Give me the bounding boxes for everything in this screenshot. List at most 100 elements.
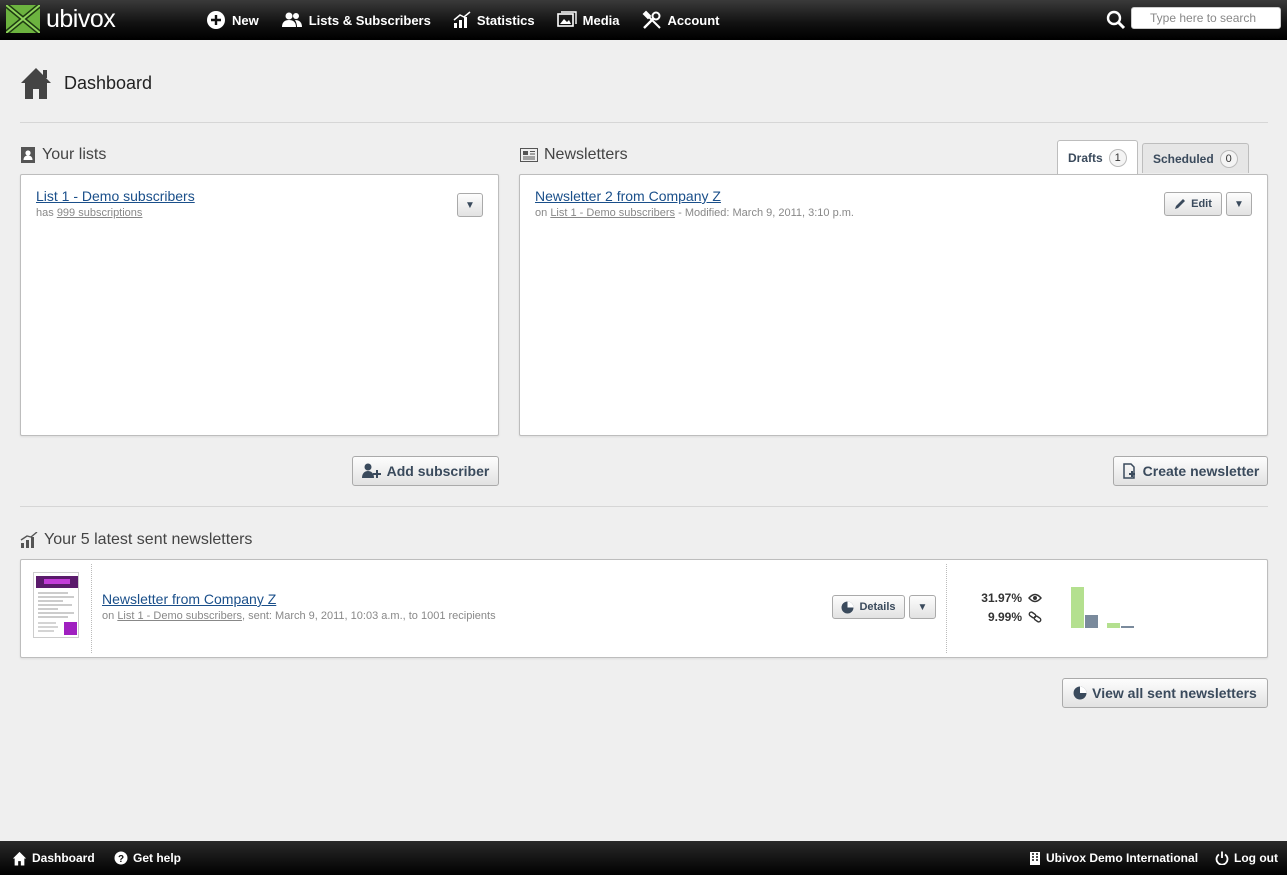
page-header: Dashboard — [20, 66, 152, 100]
draft-list-link[interactable]: List 1 - Demo subscribers — [550, 207, 675, 219]
tab-drafts-label: Drafts — [1068, 151, 1103, 165]
nav-statistics[interactable]: Statistics — [453, 11, 535, 29]
nav-lists-label: Lists & Subscribers — [308, 12, 431, 28]
nav-media[interactable]: Media — [556, 11, 620, 29]
nav-new[interactable]: New — [206, 10, 259, 30]
footer-help-label: Get help — [133, 851, 182, 865]
list-item: List 1 - Demo subscribers has 999 subscr… — [36, 188, 195, 219]
pie-chart-icon — [1073, 686, 1087, 700]
footer-logout-label: Log out — [1234, 851, 1278, 865]
newsletter-draft-item: Newsletter 2 from Company Z on List 1 - … — [535, 188, 854, 219]
add-subscriber-label: Add subscriber — [386, 463, 490, 479]
newsletter-actions-dropdown[interactable]: ▼ — [1226, 192, 1252, 216]
drafts-count-badge: 1 — [1108, 149, 1127, 167]
sent-newsletter-item: Newsletter from Company Z on List 1 - De… — [102, 591, 496, 622]
footer-dashboard-label: Dashboard — [32, 851, 95, 865]
nav-lists-subscribers[interactable]: Lists & Subscribers — [281, 12, 431, 28]
eye-icon — [1028, 593, 1042, 603]
building-icon — [1030, 851, 1040, 865]
statistics-icon — [20, 532, 38, 548]
divider — [946, 564, 947, 653]
ubivox-logo[interactable]: ubivox — [6, 4, 116, 33]
on-label: on — [102, 610, 115, 622]
lists-section-title: Your lists — [20, 146, 106, 164]
search-icon[interactable] — [1106, 10, 1126, 30]
page-title: Dashboard — [64, 72, 153, 93]
lists-panel: List 1 - Demo subscribers has 999 subscr… — [20, 174, 499, 436]
main-nav: New Lists & Subscribers Statistics Media… — [206, 0, 742, 40]
nav-new-label: New — [232, 12, 259, 28]
caret-down-icon: ▼ — [1234, 198, 1244, 210]
details-label: Details — [859, 601, 896, 613]
newsletter-thumbnail[interactable] — [33, 572, 79, 638]
edit-label: Edit — [1191, 198, 1212, 210]
on-label: on — [535, 207, 548, 219]
sent-details-text: , sent: March 9, 2011, 10:03 a.m., to 10… — [242, 610, 496, 622]
view-all-label: View all sent newsletters — [1092, 685, 1257, 701]
divider — [20, 122, 1268, 123]
has-label: has — [36, 207, 54, 219]
tab-drafts[interactable]: Drafts 1 — [1057, 140, 1138, 175]
newsletters-title: Newsletters — [544, 146, 628, 163]
secondary-opens-bar — [1107, 623, 1120, 628]
footer-organization-link[interactable]: Ubivox Demo International — [1029, 841, 1198, 875]
tab-scheduled-label: Scheduled — [1153, 151, 1214, 166]
click-rate-value: 9.99% — [987, 610, 1022, 624]
users-icon — [281, 12, 302, 27]
home-icon — [21, 68, 51, 99]
click-rate-stat: 9.99% — [974, 610, 1042, 624]
secondary-clicks-bar — [1121, 626, 1134, 628]
create-newsletter-label: Create newsletter — [1142, 463, 1260, 479]
footer-bar: Dashboard ? Get help Ubivox Demo Interna… — [0, 841, 1287, 875]
edit-button[interactable]: Edit — [1164, 192, 1222, 216]
sent-section-title: Your 5 latest sent newsletters — [20, 531, 252, 549]
search-input[interactable] — [1131, 7, 1281, 29]
svg-text:?: ? — [118, 854, 124, 865]
list-actions-dropdown[interactable]: ▼ — [457, 193, 483, 217]
pencil-icon — [1175, 199, 1186, 209]
newsletter-draft-link[interactable]: Newsletter 2 from Company Z — [535, 188, 721, 204]
newspaper-icon — [520, 148, 538, 162]
footer-dashboard-link[interactable]: Dashboard — [12, 841, 95, 875]
subscriptions-link[interactable]: 999 subscriptions — [57, 207, 143, 219]
caret-down-icon: ▼ — [465, 199, 475, 211]
logo-text: ubivox — [46, 4, 116, 33]
view-all-sent-button[interactable]: View all sent newsletters — [1062, 678, 1268, 708]
draft-modified-text: - Modified: March 9, 2011, 3:10 p.m. — [678, 207, 854, 219]
nav-account[interactable]: Account — [642, 10, 720, 30]
tab-scheduled[interactable]: Scheduled 0 — [1142, 143, 1249, 173]
lists-title: Your lists — [42, 146, 107, 163]
list-name-link[interactable]: List 1 - Demo subscribers — [36, 188, 195, 204]
tools-icon — [642, 10, 661, 29]
clicks-bar — [1085, 615, 1098, 628]
newsletters-section-title: Newsletters — [520, 146, 628, 164]
footer-logout-link[interactable]: Log out — [1215, 841, 1278, 875]
nav-account-label: Account — [667, 12, 720, 28]
sent-newsletter-link[interactable]: Newsletter from Company Z — [102, 591, 276, 607]
home-icon — [12, 851, 27, 866]
newsletters-panel: Newsletter 2 from Company Z on List 1 - … — [519, 174, 1268, 436]
sent-title: Your 5 latest sent newsletters — [44, 531, 253, 548]
caret-down-icon: ▼ — [917, 601, 928, 613]
divider — [91, 564, 92, 653]
footer-organization-label: Ubivox Demo International — [1046, 851, 1199, 865]
footer-help-link[interactable]: ? Get help — [114, 841, 181, 875]
add-subscriber-button[interactable]: Add subscriber — [352, 456, 499, 486]
open-rate-stat: 31.97% — [974, 591, 1042, 605]
address-book-icon — [21, 147, 35, 163]
sent-actions-dropdown[interactable]: ▼ — [909, 595, 936, 619]
sent-list-link[interactable]: List 1 - Demo subscribers — [117, 610, 242, 622]
images-icon — [556, 11, 577, 27]
plus-circle-icon — [207, 11, 225, 29]
logo-mark-icon — [6, 5, 40, 33]
link-icon — [1028, 611, 1042, 623]
create-newsletter-button[interactable]: Create newsletter — [1113, 456, 1268, 486]
new-document-icon — [1122, 463, 1135, 479]
help-icon: ? — [114, 851, 128, 865]
nav-statistics-label: Statistics — [476, 12, 535, 28]
power-icon — [1215, 851, 1229, 865]
details-button[interactable]: Details — [832, 595, 905, 619]
open-rate-value: 31.97% — [981, 591, 1022, 605]
top-navigation-bar: ubivox New Lists & Subscribers Statistic… — [0, 0, 1287, 40]
nav-media-label: Media — [582, 12, 620, 28]
